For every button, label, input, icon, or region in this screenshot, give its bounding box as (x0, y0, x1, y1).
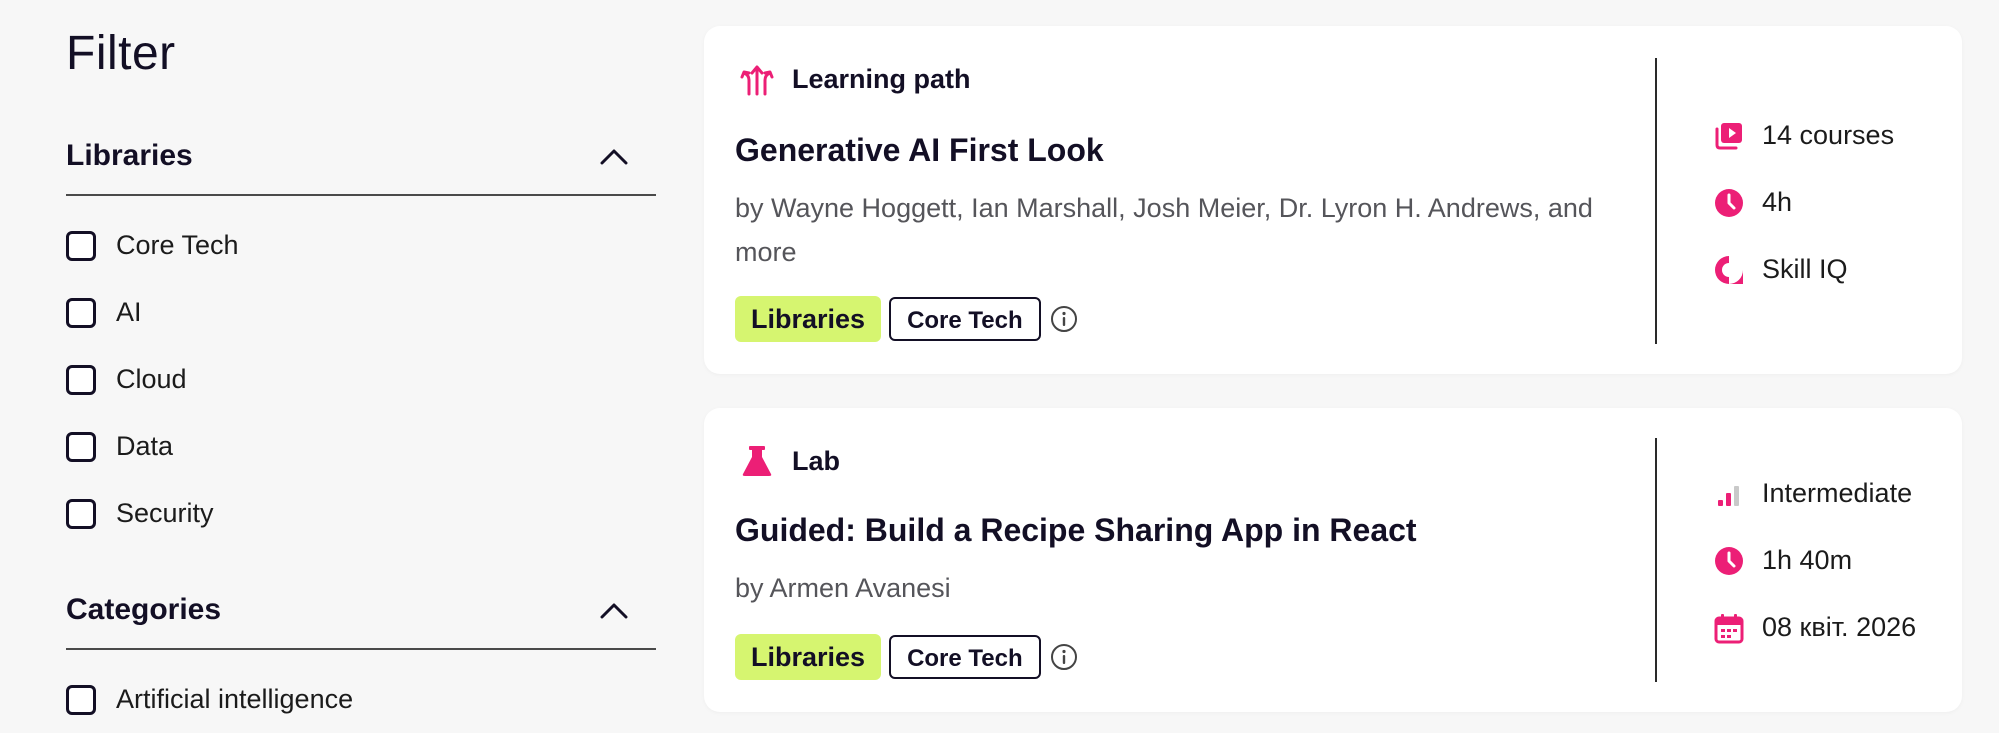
card-title[interactable]: Guided: Build a Recipe Sharing App in Re… (735, 512, 1417, 549)
meta-row: 4h (1712, 169, 1894, 236)
filter-option-ai[interactable]: AI (66, 279, 656, 346)
tag-libraries: Libraries (735, 296, 882, 342)
checkbox[interactable] (66, 297, 96, 328)
meta-row: Skill IQ (1712, 236, 1894, 303)
checkbox-label: AI (116, 297, 142, 327)
info-icon[interactable] (1049, 304, 1079, 334)
learning-path-icon (740, 62, 774, 96)
tag-core-tech: Core Tech (889, 297, 1041, 341)
content-card-learning-path[interactable]: Learning path Generative AI First Look b… (704, 26, 1962, 374)
filter-option-cloud[interactable]: Cloud (66, 346, 656, 413)
filter-sidebar: Filter Libraries Core Tech AI Cloud Data… (0, 0, 690, 732)
checkbox[interactable] (66, 431, 96, 462)
meta-text: Skill IQ (1762, 254, 1848, 284)
calendar-icon (1712, 611, 1746, 645)
card-meta: 14 courses 4h Skill IQ (1712, 102, 1894, 303)
info-icon[interactable] (1049, 642, 1079, 672)
meta-row: 1h 40m (1712, 527, 1916, 594)
checkbox[interactable] (66, 364, 96, 395)
tag-row: Libraries Core Tech (735, 634, 1079, 680)
categories-section: Categories Artificial intelligence (66, 572, 656, 733)
filter-option-core-tech[interactable]: Core Tech (66, 212, 656, 279)
meta-text: Intermediate (1762, 478, 1913, 508)
checkbox-label: Artificial intelligence (116, 684, 354, 714)
clock-icon (1712, 544, 1746, 578)
meta-row: Intermediate (1712, 460, 1916, 527)
tag-core-tech: Core Tech (889, 635, 1041, 679)
content-type-label: Lab (792, 445, 841, 476)
lab-flask-icon (740, 444, 774, 478)
filter-title: Filter (66, 27, 176, 80)
checkbox-label: Cloud (116, 364, 187, 394)
checkbox[interactable] (66, 498, 96, 529)
meta-row: 08 квіт. 2026 (1712, 594, 1916, 661)
meta-text: 08 квіт. 2026 (1762, 612, 1917, 642)
checkbox-label: Security (116, 498, 214, 528)
content-type-label: Learning path (792, 63, 971, 94)
clock-icon (1712, 186, 1746, 220)
meta-row: 14 courses (1712, 102, 1894, 169)
meta-text: 1h 40m (1762, 545, 1853, 575)
level-bars-icon (1712, 477, 1746, 511)
libraries-header[interactable]: Libraries (66, 118, 656, 196)
card-divider (1655, 438, 1657, 682)
meta-text: 4h (1762, 187, 1793, 217)
content-type: Lab (740, 444, 840, 478)
chevron-up-icon[interactable] (594, 590, 634, 630)
categories-title: Categories (66, 593, 222, 626)
card-authors: by Armen Avanesi (735, 573, 951, 603)
tag-libraries: Libraries (735, 634, 882, 680)
card-title[interactable]: Generative AI First Look (735, 132, 1104, 169)
checkbox-label: Data (116, 431, 174, 461)
card-divider (1655, 58, 1657, 344)
skill-iq-icon (1712, 253, 1746, 287)
meta-text: 14 courses (1762, 120, 1895, 150)
content-card-lab[interactable]: Lab Guided: Build a Recipe Sharing App i… (704, 408, 1962, 712)
content-type: Learning path (740, 62, 971, 96)
checkbox[interactable] (66, 230, 96, 261)
card-meta: Intermediate 1h 40m 08 квіт. 2026 (1712, 460, 1916, 661)
filter-option-artificial-intelligence[interactable]: Artificial intelligence (66, 666, 656, 733)
libraries-section: Libraries Core Tech AI Cloud Data Securi… (66, 118, 656, 547)
chevron-up-icon[interactable] (594, 136, 634, 176)
card-authors: by Wayne Hoggett, Ian Marshall, Josh Mei… (735, 193, 1593, 267)
filter-option-data[interactable]: Data (66, 413, 656, 480)
checkbox[interactable] (66, 684, 96, 715)
filter-option-security[interactable]: Security (66, 480, 656, 547)
courses-icon (1712, 119, 1746, 153)
tag-row: Libraries Core Tech (735, 296, 1079, 342)
libraries-title: Libraries (66, 139, 193, 172)
categories-header[interactable]: Categories (66, 572, 656, 650)
checkbox-label: Core Tech (116, 230, 239, 260)
